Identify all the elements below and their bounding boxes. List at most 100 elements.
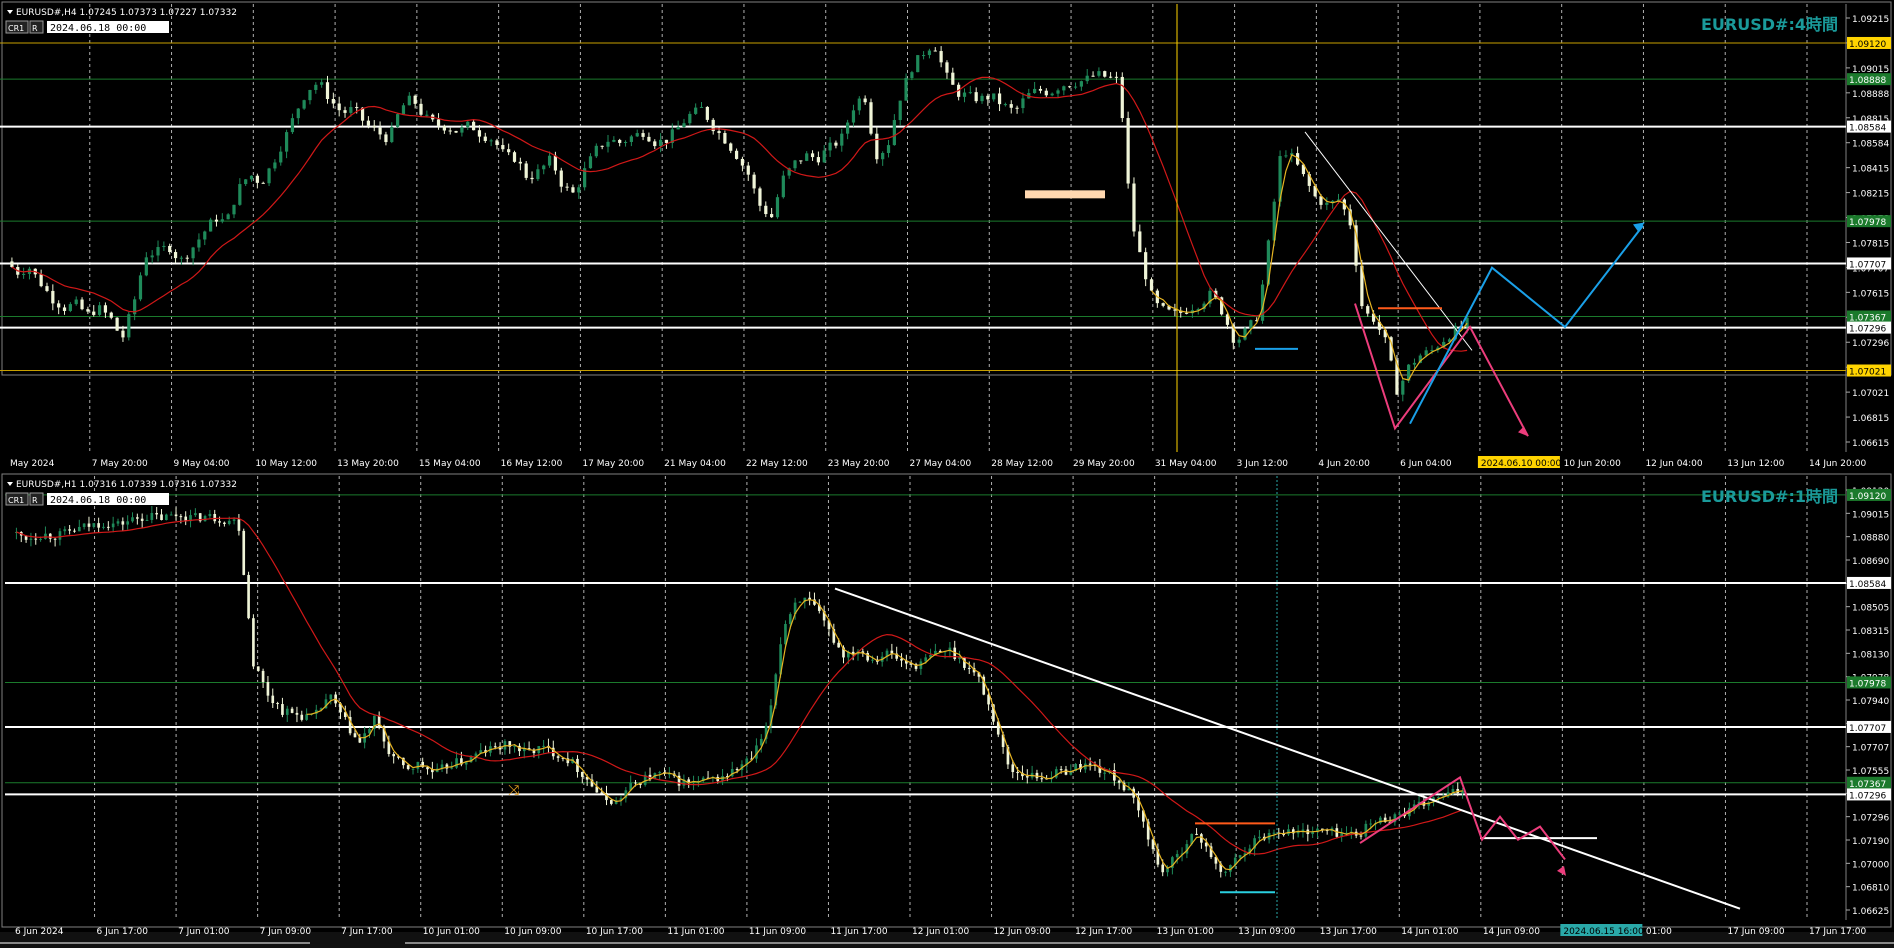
h4-candle-body bbox=[1050, 93, 1054, 96]
h1-time-label: 7 Jun 09:00 bbox=[260, 927, 312, 937]
h4-candle-body bbox=[793, 160, 797, 169]
h1-time-label: 12 Jun 01:00 bbox=[912, 927, 969, 937]
h4-candle-body bbox=[320, 82, 324, 85]
h1-candle-body bbox=[1011, 764, 1015, 773]
h1-candle-body bbox=[160, 514, 163, 521]
h4-candle-body bbox=[898, 100, 902, 121]
h4-candle-body bbox=[734, 150, 739, 159]
h4-candle-body bbox=[974, 92, 978, 102]
h1-candle-body bbox=[179, 516, 183, 518]
h1-candle-body bbox=[1040, 778, 1044, 780]
h4-candle-body bbox=[828, 142, 832, 151]
h1-candle-body bbox=[208, 514, 212, 517]
h4-level-price-label: 1.09120 bbox=[1849, 40, 1886, 50]
h4-candle-body bbox=[477, 130, 482, 137]
h1-time-label: 17 Jun 09:00 bbox=[1727, 927, 1784, 937]
h4-candle-body bbox=[746, 165, 750, 175]
h1-candle-body bbox=[788, 614, 792, 624]
h4-candle-body bbox=[1015, 107, 1019, 109]
h1-level-price-label: 1.07707 bbox=[1849, 724, 1886, 734]
h4-candle-body bbox=[740, 158, 745, 166]
h4-candle-body bbox=[1325, 202, 1329, 205]
h4-time-label: 15 May 04:00 bbox=[419, 459, 481, 469]
h4-candle-body bbox=[664, 139, 669, 143]
h4-candle-body bbox=[530, 177, 534, 180]
h4-candle-body bbox=[22, 273, 26, 275]
h4-candle-body bbox=[647, 136, 651, 142]
h1-candle-body bbox=[406, 765, 410, 770]
h4-candle-body bbox=[886, 145, 891, 153]
h1-candle-body bbox=[194, 513, 197, 516]
h4-candle-body bbox=[1021, 98, 1025, 109]
h4-candle-body bbox=[349, 107, 353, 113]
h1-candle-body bbox=[580, 771, 584, 777]
mt4-chart-window: May 2024 7 May 20:00 9 May 04:00 10 May 12:… bbox=[0, 0, 1894, 948]
h4-candle-body bbox=[1103, 71, 1107, 77]
h4-candle-body bbox=[799, 160, 803, 162]
h1-candle-body bbox=[450, 767, 454, 769]
h4-price-label: 1.08215 bbox=[1852, 190, 1889, 200]
h4-highlight-rect bbox=[1025, 190, 1105, 199]
h4-candle-body bbox=[834, 142, 838, 146]
h4-candle-body bbox=[752, 174, 756, 189]
h4-candle-body bbox=[448, 130, 452, 132]
h4-candle-body bbox=[168, 245, 172, 253]
h4-candle-body bbox=[723, 133, 727, 144]
h4-candle-body bbox=[401, 105, 406, 115]
h4-candle-body bbox=[355, 107, 359, 109]
h4-candle-body bbox=[869, 102, 873, 134]
h4-candle-body bbox=[705, 106, 709, 120]
h1-price-label: 1.08315 bbox=[1852, 627, 1889, 637]
h4-candle-body bbox=[612, 139, 616, 142]
h4-candle-body bbox=[951, 72, 955, 85]
h1-time-label: 13 Jun 17:00 bbox=[1320, 927, 1377, 937]
h4-candle-body bbox=[173, 252, 178, 259]
h4-level-price-label: 1.07707 bbox=[1849, 260, 1886, 270]
h4-candle-body bbox=[261, 182, 265, 184]
h1-info-line: EURUSD#,H1 1.07316 1.07339 1.07316 1.073… bbox=[16, 480, 237, 490]
h4-candle-body bbox=[138, 275, 143, 300]
h1-panel-title: EURUSD#:1時間 bbox=[1701, 487, 1838, 506]
h1-candle-body bbox=[1364, 823, 1368, 837]
h4-price-label: 1.07615 bbox=[1852, 289, 1889, 299]
h1-time-label: 14 Jun 09:00 bbox=[1483, 927, 1540, 937]
h1-candle-body bbox=[1195, 833, 1198, 835]
h1-candle-body bbox=[556, 756, 560, 758]
h1-candle-body bbox=[145, 519, 149, 521]
h1-price-label: 1.08690 bbox=[1852, 557, 1889, 567]
h4-candle-body bbox=[980, 95, 984, 102]
h4-candle-body bbox=[810, 153, 815, 158]
h4-candle-body bbox=[1249, 320, 1253, 329]
h4-candle-body bbox=[489, 140, 493, 142]
h1-candle-body bbox=[276, 703, 279, 705]
h4-time-label: 14 Jun 20:00 bbox=[1809, 459, 1866, 469]
h4-candle-body bbox=[115, 317, 119, 331]
h4-candle-body bbox=[279, 151, 283, 163]
h4-candle-body bbox=[629, 136, 633, 142]
h4-candle-body bbox=[1184, 312, 1189, 314]
h4-candle-body bbox=[1068, 86, 1072, 88]
h4-candle-body bbox=[249, 175, 254, 180]
h1-time-label: 12 Jun 09:00 bbox=[994, 927, 1051, 937]
h4-candle-body bbox=[658, 139, 663, 147]
h4-time-label: 27 May 04:00 bbox=[910, 459, 972, 469]
h1-candle-body bbox=[140, 518, 144, 521]
h4-price-label: 1.07296 bbox=[1852, 339, 1889, 349]
h1-candle-body bbox=[493, 746, 497, 748]
h4-candle-body bbox=[857, 98, 861, 111]
h4-candle-body bbox=[425, 114, 429, 116]
h1-candle-body bbox=[1359, 835, 1363, 837]
h4-candle-body bbox=[343, 110, 347, 113]
h4-candle-body bbox=[641, 133, 645, 137]
h4-time-label: 22 May 12:00 bbox=[746, 459, 808, 469]
h1-time-label: 10 Jun 17:00 bbox=[586, 927, 643, 937]
h1-time-label: 11 Jun 17:00 bbox=[830, 927, 887, 937]
h1-candle-body bbox=[165, 514, 168, 521]
h4-candle-body bbox=[127, 314, 131, 338]
h1-level-price-label: 1.08584 bbox=[1849, 580, 1886, 590]
h4-candle-body bbox=[781, 175, 785, 198]
h4-candle-body bbox=[92, 311, 96, 315]
h1-price-label: 1.07555 bbox=[1852, 767, 1889, 777]
h1-candle-body bbox=[353, 733, 357, 738]
h4-candle-body bbox=[1097, 71, 1101, 76]
